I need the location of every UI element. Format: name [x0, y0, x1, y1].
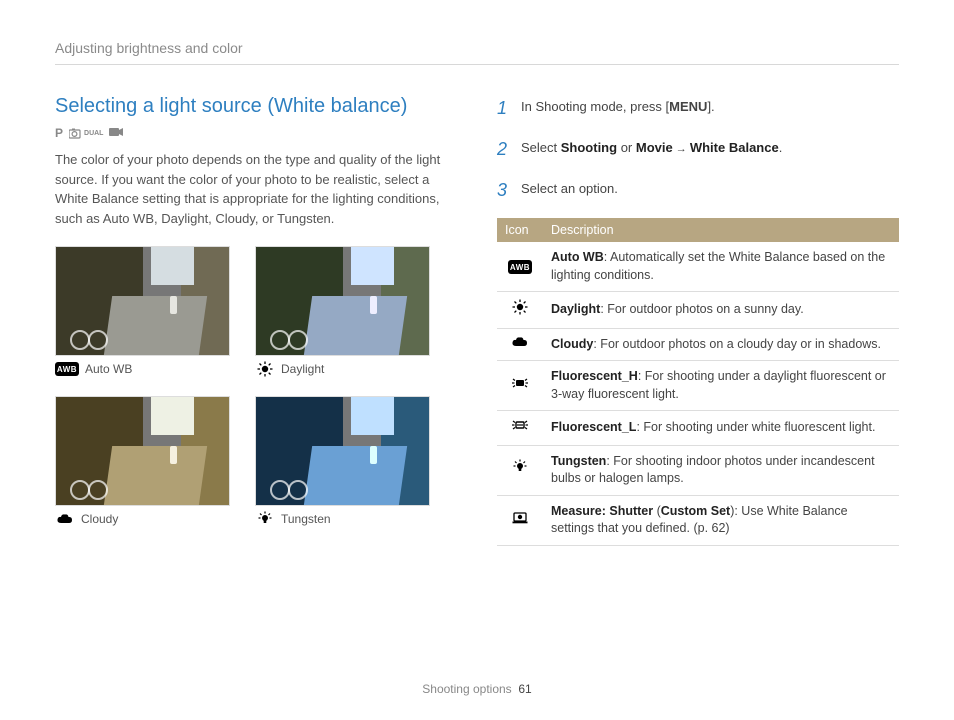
- step-text: Select Shooting or Movie → White Balance…: [521, 136, 899, 163]
- right-column: 1 In Shooting mode, press [MENU]. 2 Sele…: [497, 95, 899, 546]
- thumb-image: [55, 246, 230, 356]
- thumbnail-grid: AWB Auto WB Daylight: [55, 246, 457, 526]
- footer-section: Shooting options: [422, 682, 511, 696]
- cloud-icon: [497, 328, 543, 361]
- thumb-image: [55, 396, 230, 506]
- awb-icon: AWB: [497, 242, 543, 292]
- cloud-icon: [55, 512, 75, 526]
- awb-icon: AWB: [55, 362, 79, 376]
- thumb-label: Cloudy: [81, 512, 118, 526]
- table-row: Cloudy: For outdoor photos on a cloudy d…: [497, 328, 899, 361]
- thumb-label: Daylight: [281, 362, 324, 376]
- table-cell-desc: Cloudy: For outdoor photos on a cloudy d…: [543, 328, 899, 361]
- mode-dual-icon: DUAL: [69, 128, 103, 139]
- thumb-auto-wb: AWB Auto WB: [55, 246, 230, 376]
- thumb-cloudy: Cloudy: [55, 396, 230, 526]
- step-number: 1: [497, 95, 511, 122]
- table-cell-desc: Auto WB: Automatically set the White Bal…: [543, 242, 899, 292]
- section-heading: Selecting a light source (White balance): [55, 95, 457, 118]
- page-header: Adjusting brightness and color: [55, 40, 899, 65]
- thumb-label: Auto WB: [85, 362, 132, 376]
- table-cell-desc: Tungsten: For shooting indoor photos und…: [543, 445, 899, 495]
- page-footer: Shooting options 61: [0, 682, 954, 696]
- table-row: AWBAuto WB: Automatically set the White …: [497, 242, 899, 292]
- sun-icon: [255, 362, 275, 376]
- sun-icon: [497, 292, 543, 329]
- table-cell-desc: Fluorescent_L: For shooting under white …: [543, 411, 899, 446]
- table-row: Daylight: For outdoor photos on a sunny …: [497, 292, 899, 329]
- table-row: Fluorescent_H: For shooting under a dayl…: [497, 361, 899, 411]
- bulb-icon: [497, 445, 543, 495]
- table-row: Measure: Shutter (Custom Set): Use White…: [497, 495, 899, 545]
- flh-icon: [497, 361, 543, 411]
- menu-key: MENU: [669, 99, 707, 114]
- table-header-icon: Icon: [497, 218, 543, 242]
- bulb-icon: [255, 512, 275, 526]
- thumb-image: [255, 396, 430, 506]
- table-row: Tungsten: For shooting indoor photos und…: [497, 445, 899, 495]
- page-number: 61: [518, 682, 531, 696]
- wb-options-table: Icon Description AWBAuto WB: Automatical…: [497, 218, 899, 546]
- table-row: Fluorescent_L: For shooting under white …: [497, 411, 899, 446]
- mode-p-icon: P: [55, 126, 63, 140]
- left-column: Selecting a light source (White balance)…: [55, 95, 457, 546]
- custom-icon: [497, 495, 543, 545]
- step-number: 2: [497, 136, 511, 163]
- table-header-desc: Description: [543, 218, 899, 242]
- step-text: In Shooting mode, press [MENU].: [521, 95, 899, 122]
- mode-icons: P DUAL: [55, 126, 457, 140]
- thumb-label: Tungsten: [281, 512, 331, 526]
- thumb-daylight: Daylight: [255, 246, 430, 376]
- table-cell-desc: Daylight: For outdoor photos on a sunny …: [543, 292, 899, 329]
- fll-icon: [497, 411, 543, 446]
- thumb-tungsten: Tungsten: [255, 396, 430, 526]
- mode-movie-icon: [109, 126, 124, 140]
- step-number: 3: [497, 177, 511, 204]
- table-cell-desc: Measure: Shutter (Custom Set): Use White…: [543, 495, 899, 545]
- step-text: Select an option.: [521, 177, 899, 204]
- steps-list: 1 In Shooting mode, press [MENU]. 2 Sele…: [497, 95, 899, 204]
- section-body: The color of your photo depends on the t…: [55, 150, 457, 228]
- thumb-image: [255, 246, 430, 356]
- table-cell-desc: Fluorescent_H: For shooting under a dayl…: [543, 361, 899, 411]
